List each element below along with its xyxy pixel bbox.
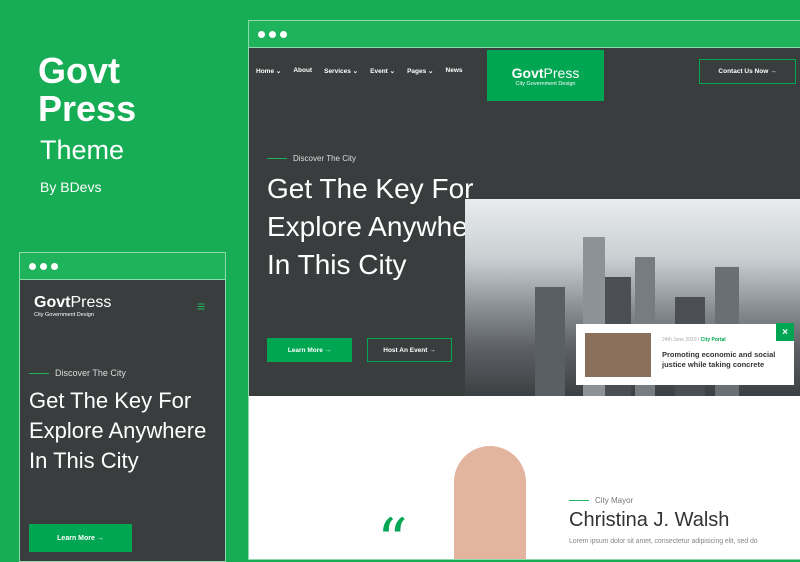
learn-more-button[interactable]: Learn More → — [267, 338, 352, 362]
mobile-preview: GovtPress City Government Design ≡ Disco… — [19, 252, 226, 562]
nav-event[interactable]: Event ⌄ — [370, 67, 395, 75]
nav-news[interactable]: News — [446, 67, 463, 75]
brand-title: Govt Press — [38, 50, 137, 129]
brand-subtitle: Theme — [40, 135, 125, 165]
hero-eyebrow: Discover The City — [267, 154, 356, 163]
mobile-hero-eyebrow: Discover The City — [29, 368, 126, 378]
brand-author: By BDevs — [40, 179, 102, 195]
nav-about[interactable]: About — [293, 67, 312, 75]
news-thumbnail — [585, 333, 651, 377]
close-icon[interactable]: × — [776, 323, 794, 341]
mayor-text: Lorem ipsum dolor sit amet, consectetur … — [569, 538, 758, 545]
hamburger-icon[interactable]: ≡ — [197, 299, 208, 313]
mayor-photo — [454, 446, 526, 559]
mobile-logo[interactable]: GovtPress City Government Design — [34, 289, 144, 323]
mayor-eyebrow: City Mayor — [569, 496, 633, 505]
contact-us-button[interactable]: Contact Us Now → — [699, 59, 796, 84]
main-nav: Home ⌄ About Services ⌄ Event ⌄ Pages ⌄ … — [256, 67, 463, 75]
quote-icon: “ — [377, 506, 408, 560]
nav-home[interactable]: Home ⌄ — [256, 67, 281, 75]
news-card[interactable]: 24th June 2020 / City Portal Promoting e… — [576, 323, 794, 385]
logo[interactable]: GovtPress City Government Design — [487, 50, 604, 101]
mayor-name: Christina J. Walsh — [569, 509, 730, 531]
nav-services[interactable]: Services ⌄ — [324, 67, 358, 75]
host-event-button[interactable]: Host An Event → — [367, 338, 452, 362]
nav-pages[interactable]: Pages ⌄ — [407, 67, 433, 75]
mobile-hero-title: Get The Key For Explore Anywhere In This… — [29, 388, 207, 473]
mobile-learn-more-button[interactable]: Learn More → — [29, 524, 132, 552]
desktop-preview: Home ⌄ About Services ⌄ Event ⌄ Pages ⌄ … — [248, 20, 800, 560]
